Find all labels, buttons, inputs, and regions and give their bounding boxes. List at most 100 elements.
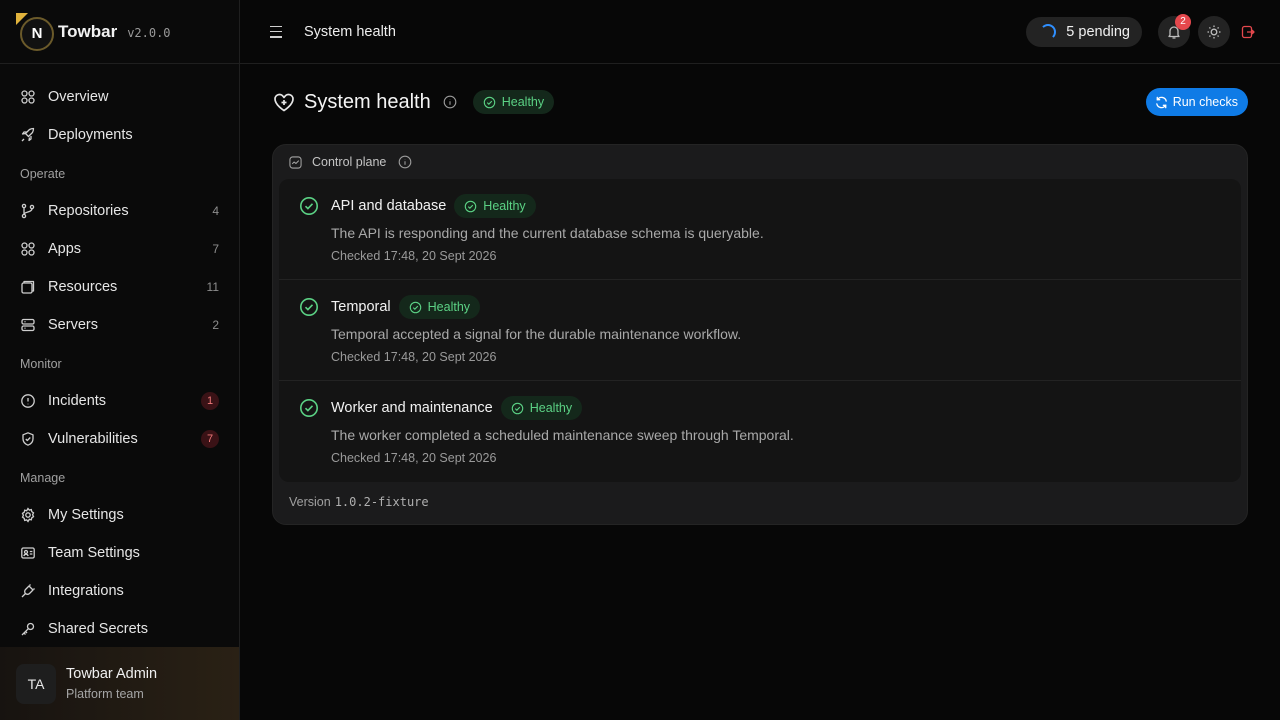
user-menu[interactable]: TA Towbar Admin Platform team xyxy=(0,647,239,720)
check-circle-icon xyxy=(300,399,318,417)
status-badge: Healthy xyxy=(454,194,536,218)
user-name: Towbar Admin xyxy=(66,666,158,682)
item-count: 2 xyxy=(212,318,219,332)
item-count: 4 xyxy=(212,204,219,218)
check-timestamp: Checked 17:48, 20 Sept 2026 xyxy=(331,451,497,465)
main: System health 5 pending 2 System health xyxy=(240,0,1280,720)
sidebar-item-vulnerabilities[interactable]: Vulnerabilities 7 xyxy=(0,420,239,458)
sidebar-item-label: Incidents xyxy=(48,393,107,409)
status-badge: Healthy xyxy=(500,396,583,420)
check-description: The API is responding and the current da… xyxy=(331,225,764,241)
check-row: Worker and maintenance Healthy The worke… xyxy=(279,381,1241,482)
sidebar: N Towbar v2.0.0 Overview Deployments Ope… xyxy=(0,0,240,720)
pending-label: 5 pending xyxy=(1066,23,1130,40)
sidebar-item-label: Shared Secrets xyxy=(48,621,148,637)
logout-button[interactable] xyxy=(1232,16,1264,48)
rocket-icon xyxy=(21,127,35,142)
brand-name: Towbar xyxy=(58,21,118,41)
sidebar-item-label: Apps xyxy=(48,241,82,257)
check-description: The worker completed a scheduled mainten… xyxy=(331,427,794,443)
sidebar-item-label: Overview xyxy=(48,89,109,105)
brand-version: v2.0.0 xyxy=(127,26,171,40)
check-circle-icon xyxy=(511,402,524,414)
section-monitor: Monitor xyxy=(20,357,62,371)
sidebar-item-team-settings[interactable]: Team Settings xyxy=(0,534,239,572)
version-footer: Version 1.0.2-fixture xyxy=(279,486,1241,518)
grid-icon xyxy=(21,90,35,104)
status-badge: Healthy xyxy=(472,90,555,114)
avatar: TA xyxy=(16,663,56,704)
check-timestamp: Checked 17:48, 20 Sept 2026 xyxy=(331,249,497,263)
control-plane-card: Control plane API and database Healthy T… xyxy=(272,144,1248,525)
sidebar-item-incidents[interactable]: Incidents 1 xyxy=(0,382,239,420)
breadcrumb: System health xyxy=(304,23,396,40)
grid-icon xyxy=(21,242,35,256)
brand[interactable]: N Towbar v2.0.0 xyxy=(0,0,239,64)
pending-jobs-button[interactable]: 5 pending xyxy=(1026,16,1142,47)
check-row: Temporal Healthy Temporal accepted a sig… xyxy=(279,280,1241,381)
sidebar-item-label: Servers xyxy=(48,317,98,333)
sidebar-nav: Overview Deployments Operate Repositorie… xyxy=(0,64,239,648)
check-circle-icon xyxy=(300,197,318,215)
server-icon xyxy=(21,318,35,332)
info-icon[interactable] xyxy=(443,95,457,109)
plug-icon xyxy=(21,584,35,598)
sidebar-item-my-settings[interactable]: My Settings xyxy=(0,496,239,534)
vulnerabilities-badge: 7 xyxy=(201,430,219,448)
gear-icon xyxy=(21,507,35,523)
git-branch-icon xyxy=(21,203,35,219)
id-card-icon xyxy=(21,547,35,559)
page-title: System health xyxy=(304,90,431,113)
check-circle-icon xyxy=(300,298,318,316)
topbar: System health 5 pending 2 xyxy=(240,0,1280,64)
check-circle-icon xyxy=(483,96,495,108)
sidebar-item-label: Integrations xyxy=(48,583,124,599)
check-circle-icon xyxy=(465,200,477,212)
theme-toggle-button[interactable] xyxy=(1198,15,1230,48)
check-title: Worker and maintenance xyxy=(331,400,493,416)
sidebar-item-resources[interactable]: Resources 11 xyxy=(0,268,239,306)
sidebar-item-repositories[interactable]: Repositories 4 xyxy=(0,192,239,230)
check-row: API and database Healthy The API is resp… xyxy=(279,179,1241,280)
section-manage: Manage xyxy=(20,471,66,485)
menu-icon[interactable] xyxy=(270,25,282,38)
refresh-icon xyxy=(1155,96,1167,108)
check-title: Temporal xyxy=(331,299,391,315)
page-content: System health Healthy Run checks Control… xyxy=(240,64,1280,551)
run-checks-button[interactable]: Run checks xyxy=(1145,88,1248,116)
activity-icon xyxy=(289,155,302,169)
version-value: 1.0.2-fixture xyxy=(334,495,429,509)
card-title: Control plane xyxy=(312,155,387,169)
sidebar-item-apps[interactable]: Apps 7 xyxy=(0,230,239,268)
sidebar-item-servers[interactable]: Servers 2 xyxy=(0,306,239,344)
check-timestamp: Checked 17:48, 20 Sept 2026 xyxy=(331,350,497,364)
spinner-icon xyxy=(1040,23,1057,40)
sidebar-item-label: My Settings xyxy=(48,507,124,523)
sidebar-item-label: Vulnerabilities xyxy=(48,431,138,447)
incidents-badge: 1 xyxy=(201,392,219,410)
shield-icon xyxy=(22,432,34,446)
info-icon[interactable] xyxy=(398,155,412,169)
version-label: Version xyxy=(289,495,331,509)
sidebar-item-label: Repositories xyxy=(48,203,129,219)
item-count: 7 xyxy=(212,242,219,256)
sun-icon xyxy=(1207,25,1221,38)
status-badge: Healthy xyxy=(398,295,481,319)
sidebar-item-label: Team Settings xyxy=(48,545,140,561)
sidebar-item-overview[interactable]: Overview xyxy=(0,78,239,116)
sidebar-item-integrations[interactable]: Integrations xyxy=(0,572,239,610)
notifications-button[interactable]: 2 xyxy=(1158,13,1191,48)
section-operate: Operate xyxy=(20,167,66,181)
key-icon xyxy=(21,622,35,636)
logo: N xyxy=(16,12,56,51)
cube-icon xyxy=(21,280,35,294)
check-title: API and database xyxy=(331,198,447,214)
logout-icon xyxy=(1241,25,1255,38)
check-circle-icon xyxy=(409,301,421,313)
item-count: 11 xyxy=(206,280,219,294)
sidebar-item-deployments[interactable]: Deployments xyxy=(0,116,239,154)
checks-list: API and database Healthy The API is resp… xyxy=(279,179,1241,482)
sidebar-item-shared-secrets[interactable]: Shared Secrets xyxy=(0,610,239,648)
check-description: Temporal accepted a signal for the durab… xyxy=(331,326,742,342)
alert-circle-icon xyxy=(21,394,35,408)
